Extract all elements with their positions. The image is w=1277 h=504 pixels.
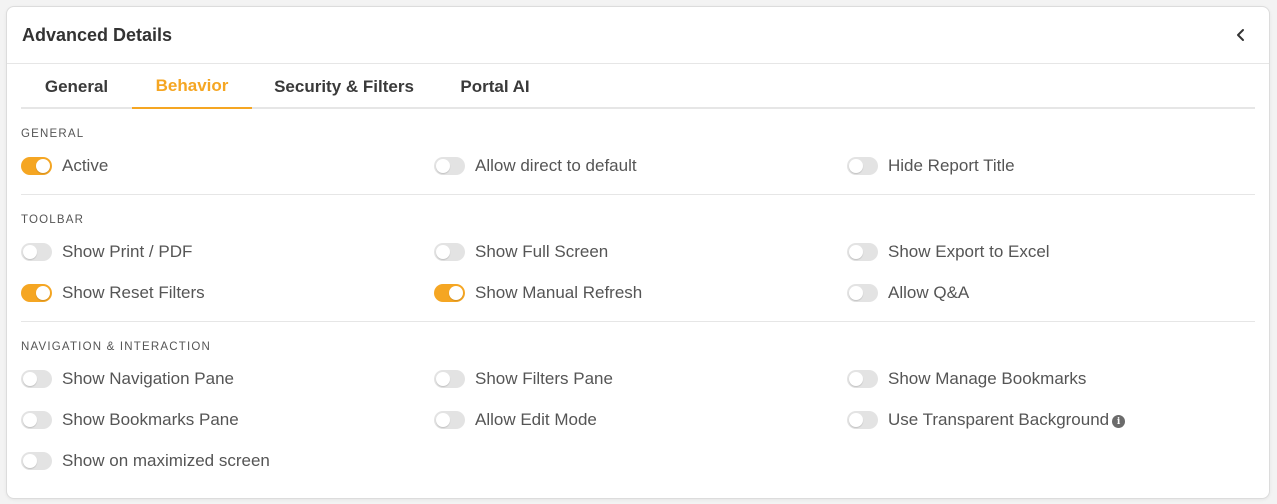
option-label: Hide Report Title — [888, 155, 1015, 175]
info-icon[interactable]: i — [1112, 415, 1126, 428]
tab-bar: General Behavior Security & Filters Port… — [21, 64, 1255, 109]
option-label: Show Bookmarks Pane — [62, 409, 239, 429]
toggle-switch[interactable] — [21, 242, 52, 261]
tab-portal-ai[interactable]: Portal AI — [436, 64, 554, 109]
toggle-switch[interactable] — [21, 283, 52, 302]
option-active[interactable]: Active — [21, 145, 434, 186]
option-label: Show Navigation Pane — [62, 368, 235, 388]
option-label: Show Reset Filters — [62, 282, 205, 302]
toggle-switch[interactable] — [847, 369, 878, 388]
toggle-switch[interactable] — [434, 369, 465, 388]
option-show-print-pdf[interactable]: Show Print / PDF — [21, 231, 434, 272]
option-label: Show Filters Pane — [475, 368, 613, 388]
advanced-details-card: Advanced Details General Behavior Securi… — [6, 6, 1270, 499]
option-label: Show Manage Bookmarks — [888, 368, 1087, 388]
option-label: Allow Edit Mode — [475, 409, 597, 429]
card-header: Advanced Details — [7, 7, 1269, 64]
section-general: GENERAL Active Allow direct to default H… — [21, 109, 1255, 194]
option-label: Show on maximized screen — [62, 450, 270, 470]
toggle-switch[interactable] — [21, 451, 52, 470]
tab-behavior[interactable]: Behavior — [132, 64, 252, 109]
section-title: TOOLBAR — [21, 214, 85, 226]
option-allow-qa[interactable]: Allow Q&A — [847, 272, 1257, 313]
toggle-switch[interactable] — [847, 283, 878, 302]
option-label: Allow Q&A — [888, 282, 970, 302]
option-show-filters-pane[interactable]: Show Filters Pane — [434, 358, 847, 399]
section-navigation-interaction: NAVIGATION & INTERACTION Show Navigation… — [21, 321, 1255, 481]
chevron-left-icon[interactable] — [1229, 23, 1253, 47]
option-show-manual-refresh[interactable]: Show Manual Refresh — [434, 272, 847, 313]
toggle-switch[interactable] — [434, 156, 465, 175]
tab-general[interactable]: General — [21, 64, 132, 109]
toggle-switch[interactable] — [434, 283, 465, 302]
option-label: Allow direct to default — [475, 155, 637, 175]
option-show-manage-bookmarks[interactable]: Show Manage Bookmarks — [847, 358, 1257, 399]
option-label: Use Transparent Background — [888, 409, 1110, 429]
toggle-switch[interactable] — [21, 156, 52, 175]
option-show-reset-filters[interactable]: Show Reset Filters — [21, 272, 434, 313]
tab-security-filters[interactable]: Security & Filters — [252, 64, 436, 109]
toggle-switch[interactable] — [847, 156, 878, 175]
section-title: GENERAL — [21, 128, 85, 140]
option-use-transparent-background[interactable]: Use Transparent Background i — [847, 399, 1257, 440]
toggle-switch[interactable] — [434, 242, 465, 261]
option-hide-report-title[interactable]: Hide Report Title — [847, 145, 1257, 186]
section-title: NAVIGATION & INTERACTION — [21, 341, 212, 353]
option-label: Show Export to Excel — [888, 241, 1050, 261]
option-allow-direct-to-default[interactable]: Allow direct to default — [434, 145, 847, 186]
option-show-on-maximized-screen[interactable]: Show on maximized screen — [21, 440, 434, 481]
section-toolbar: TOOLBAR Show Print / PDF Show Full Scree… — [21, 194, 1255, 321]
option-label: Show Print / PDF — [62, 241, 193, 261]
option-label: Active — [62, 155, 109, 175]
toggle-switch[interactable] — [21, 410, 52, 429]
option-label: Show Manual Refresh — [475, 282, 643, 302]
toggle-switch[interactable] — [434, 410, 465, 429]
option-allow-edit-mode[interactable]: Allow Edit Mode — [434, 399, 847, 440]
option-show-navigation-pane[interactable]: Show Navigation Pane — [21, 358, 434, 399]
toggle-switch[interactable] — [21, 369, 52, 388]
option-show-export-to-excel[interactable]: Show Export to Excel — [847, 231, 1257, 272]
toggle-switch[interactable] — [847, 242, 878, 261]
option-label: Show Full Screen — [475, 241, 609, 261]
card-title: Advanced Details — [22, 24, 173, 45]
option-show-bookmarks-pane[interactable]: Show Bookmarks Pane — [21, 399, 434, 440]
option-show-full-screen[interactable]: Show Full Screen — [434, 231, 847, 272]
toggle-switch[interactable] — [847, 410, 878, 429]
